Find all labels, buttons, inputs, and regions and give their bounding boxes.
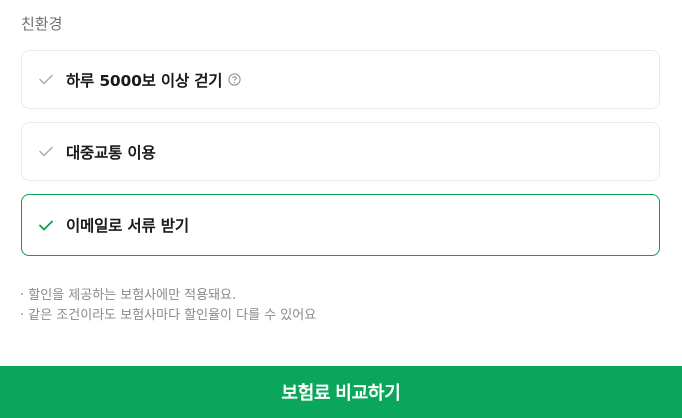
option-label: 하루 5000보 이상 걷기 [66,71,223,90]
question-circle-icon[interactable] [228,73,241,86]
option-public-transit[interactable]: 대중교통 이용 [21,122,660,181]
option-label: 대중교통 이용 [66,143,156,162]
option-email-documents[interactable]: 이메일로 서류 받기 [21,194,660,256]
note-line: · 같은 조건이라도 보험사마다 할인율이 다를 수 있어요 [20,308,317,323]
section-title: 친환경 [21,15,63,33]
compare-premium-button[interactable]: 보험료 비교하기 [0,366,682,418]
eco-discount-panel: 친환경 하루 5000보 이상 걷기 대중교통 이용 이메일로 서류 받기 · … [0,0,682,418]
check-icon [38,217,54,233]
check-icon [38,72,54,88]
check-icon [38,144,54,160]
note-line: · 할인을 제공하는 보험사에만 적용돼요. [20,288,237,303]
option-label: 이메일로 서류 받기 [66,217,189,235]
option-walk-5000-steps[interactable]: 하루 5000보 이상 걷기 [21,50,660,109]
discount-notes: · 할인을 제공하는 보험사에만 적용돼요. · 같은 조건이라도 보험사마다 … [20,286,316,326]
